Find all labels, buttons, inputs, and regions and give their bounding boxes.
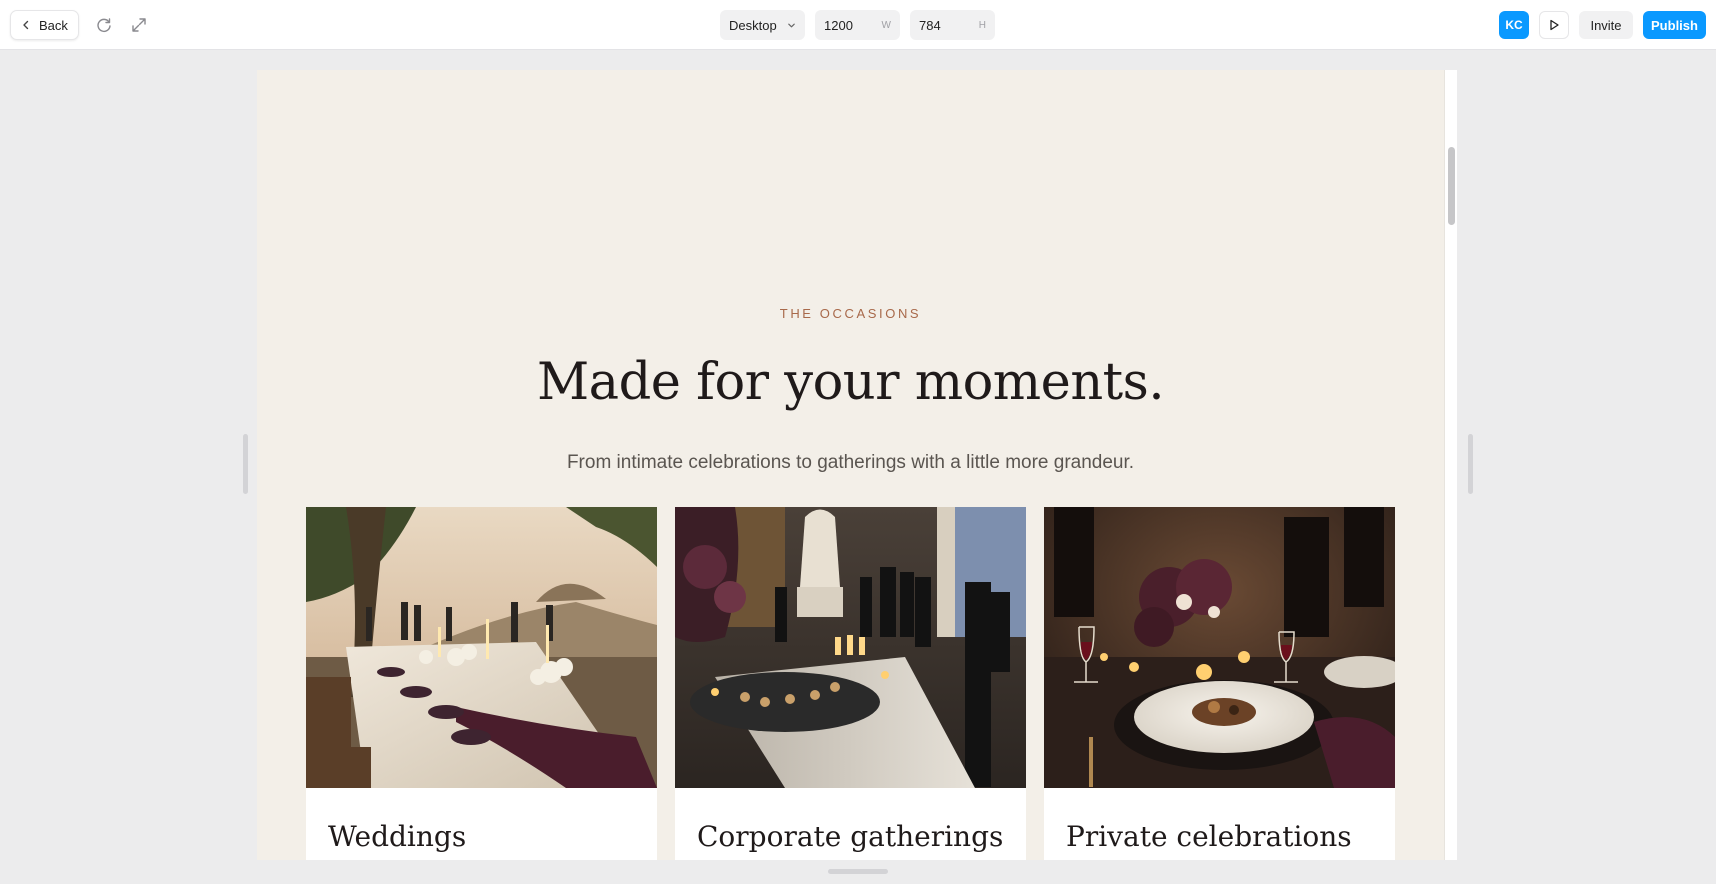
canvas-scrollbar[interactable] [1444,70,1457,860]
canvas-frame: THE OCCASIONS Made for your moments. Fro… [257,70,1457,860]
width-unit: W [881,19,891,31]
occasion-card[interactable]: Weddings [306,507,657,860]
avatar[interactable]: KC [1499,11,1529,39]
play-icon [1550,19,1559,31]
expand-icon[interactable] [128,14,150,36]
height-field[interactable]: 784 H [910,10,995,40]
publish-button[interactable]: Publish [1643,11,1706,39]
chevron-down-icon [788,23,795,28]
height-unit: H [978,19,986,31]
frame-resize-handle-left[interactable] [243,434,248,494]
section-subhead: From intimate celebrations to gatherings… [566,452,1135,473]
occasion-card[interactable]: Corporate gatherings [675,507,1026,860]
card-title: Weddings [328,820,467,853]
editor-toolbar: Back Desktop 1200 W 784 H KC Invite Publ… [0,0,1716,50]
scrollbar-thumb[interactable] [1448,147,1455,225]
private-celebrations-photo [1044,507,1395,788]
weddings-photo [306,507,657,788]
chevron-left-icon [23,20,29,30]
corporate-gatherings-photo [675,507,1026,788]
width-value: 1200 [824,17,853,33]
card-title: Private celebrations [1066,820,1352,853]
occasion-card[interactable]: Private celebrations [1044,507,1395,860]
frame-resize-handle-bottom[interactable] [828,869,888,874]
back-button[interactable]: Back [10,10,79,40]
device-value: Desktop [729,17,777,33]
preview-button[interactable] [1539,11,1569,39]
redo-icon[interactable] [93,14,115,36]
card-title: Corporate gatherings [697,820,1004,853]
invite-button[interactable]: Invite [1579,11,1633,39]
back-label: Back [39,17,68,33]
device-select[interactable]: Desktop [720,10,805,40]
frame-resize-handle-right[interactable] [1468,434,1473,494]
section-eyebrow: THE OCCASIONS [779,306,922,321]
height-value: 784 [919,17,941,33]
section-headline: Made for your moments. [536,353,1165,412]
width-field[interactable]: 1200 W [815,10,900,40]
